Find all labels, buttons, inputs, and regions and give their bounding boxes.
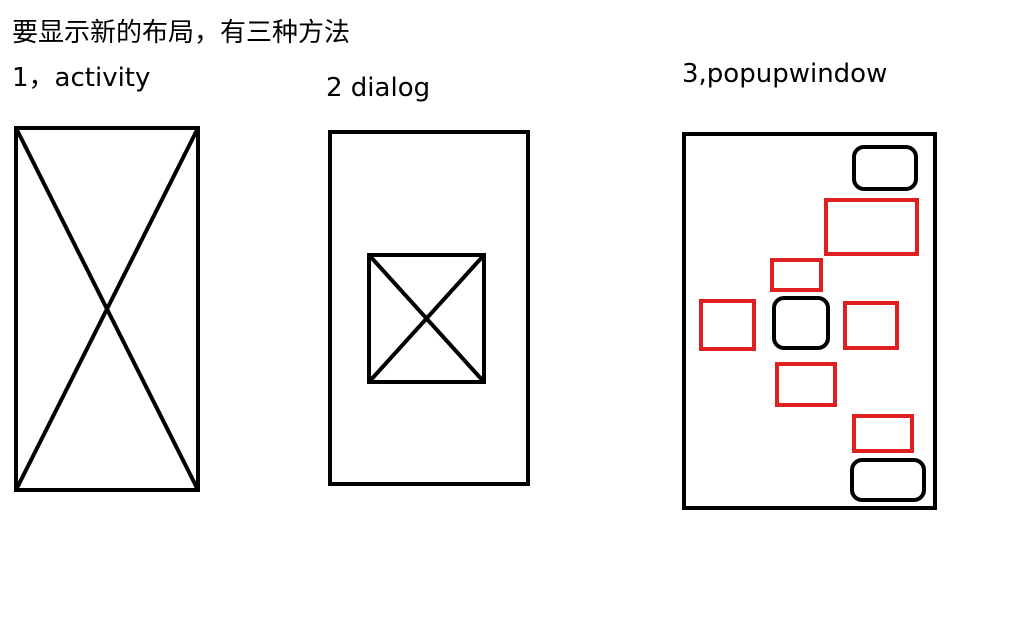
popup-anchor-top [852,145,918,191]
popup-window-1 [824,198,919,256]
method-sketches [14,126,937,510]
dialog-sketch [328,130,530,486]
dialog-screen-frame [328,130,530,486]
popup-window-6 [852,414,914,453]
popup-anchor-bottom [850,458,926,502]
popup-anchor-center [772,296,830,350]
activity-sketch [14,126,200,492]
popup-window-5 [775,362,837,407]
popupwindow-sketch [682,132,937,510]
popup-window-3 [699,299,756,351]
popup-window-2 [770,258,823,292]
popup-window-4 [843,301,899,350]
